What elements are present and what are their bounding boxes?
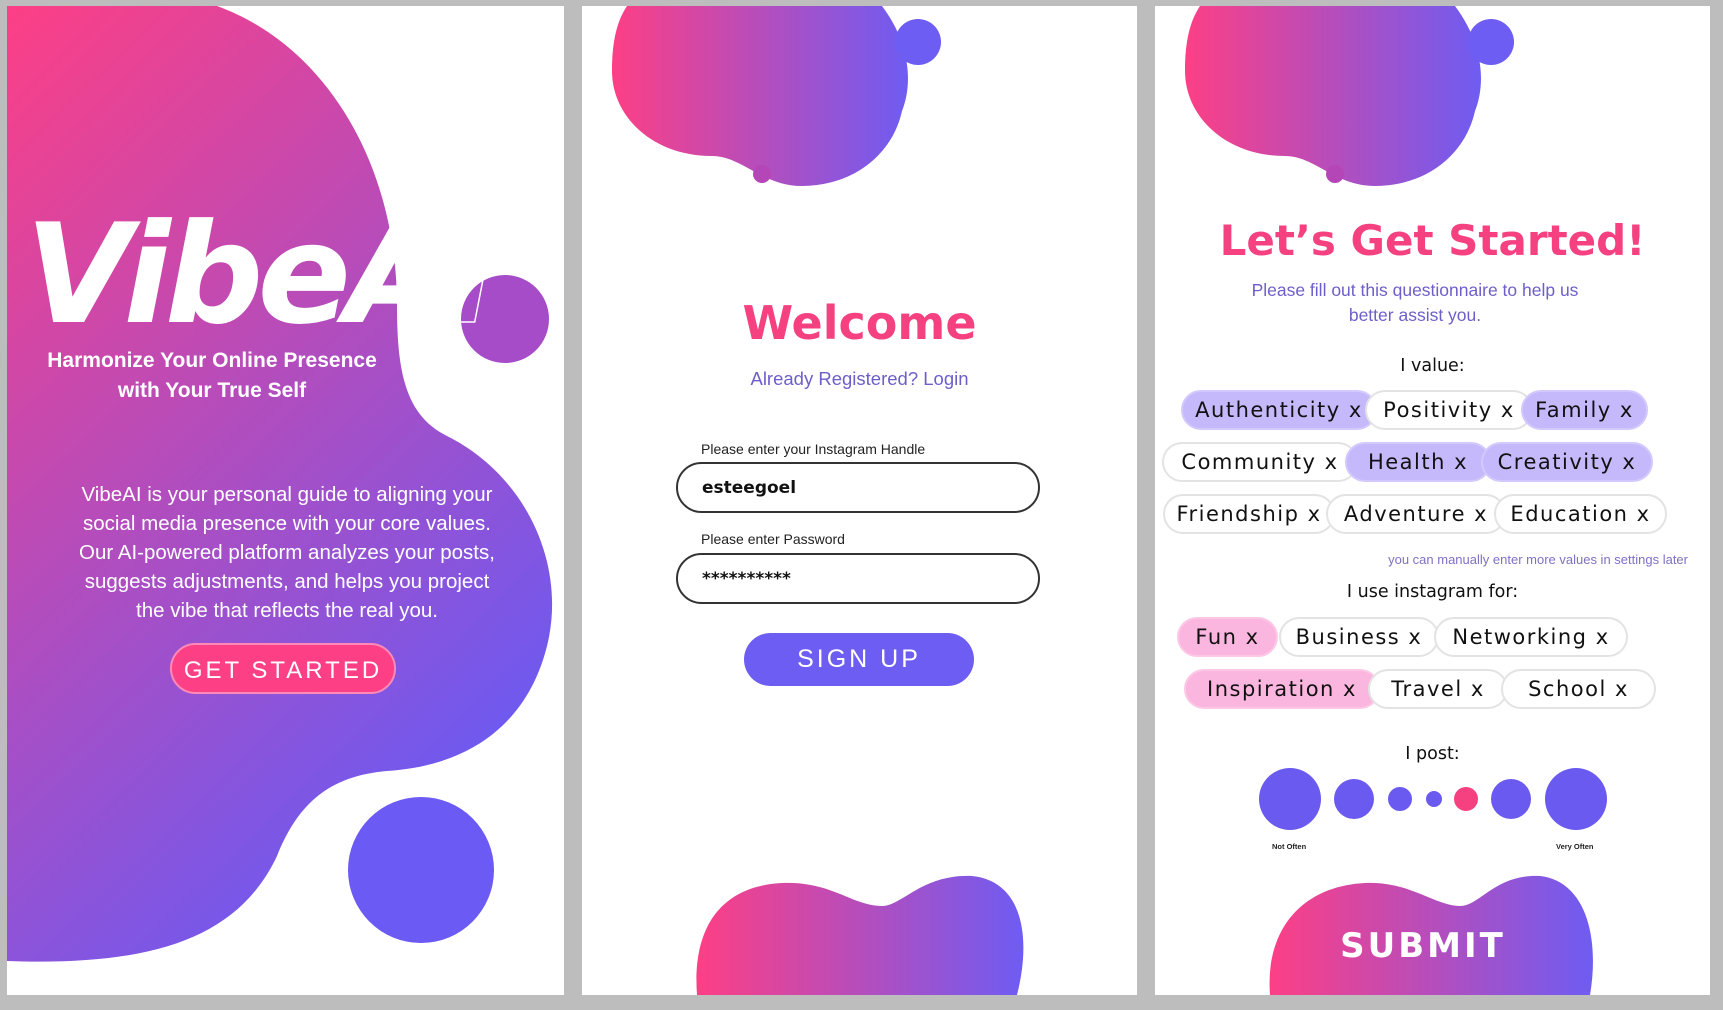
handle-label: Please enter your Instagram Handle xyxy=(701,441,926,457)
chip-option[interactable]: Family x xyxy=(1521,390,1648,430)
chip-option[interactable]: Community x xyxy=(1162,442,1358,482)
vibeai-logo: VibeAI xyxy=(25,205,498,345)
frequency-dot[interactable] xyxy=(1259,768,1321,830)
submit-button[interactable]: SUBMIT xyxy=(1300,926,1546,966)
chip-option[interactable]: Networking x xyxy=(1434,617,1628,657)
instagram-handle-input[interactable] xyxy=(676,462,1040,513)
questionnaire-subtitle: Please fill out this questionnaire to he… xyxy=(1251,280,1579,325)
chip-option[interactable]: Authenticity x xyxy=(1181,390,1377,430)
values-section-label: I value: xyxy=(1400,356,1465,376)
frequency-max-label: Very Often xyxy=(1556,842,1594,851)
chip-option[interactable]: Fun x xyxy=(1177,617,1278,657)
chip-option[interactable]: Friendship x xyxy=(1163,494,1335,534)
chip-option[interactable]: School x xyxy=(1501,669,1656,709)
welcome-title: Welcome xyxy=(742,296,977,350)
decor-circle xyxy=(1326,165,1344,183)
frequency-min-label: Not Often xyxy=(1272,842,1307,851)
decor-circle xyxy=(348,797,494,943)
frequency-dot[interactable] xyxy=(1454,787,1478,811)
logo-solid-text: VibeA xyxy=(25,194,452,355)
password-label: Please enter Password xyxy=(701,531,845,547)
decor-circle xyxy=(753,165,771,183)
frequency-dot[interactable] xyxy=(1388,787,1412,811)
frequency-dot[interactable] xyxy=(1545,768,1607,830)
splash-screen: VibeAI Harmonize Your Online Presence wi… xyxy=(7,6,564,995)
frequency-dot[interactable] xyxy=(1334,779,1374,819)
password-input[interactable] xyxy=(676,553,1040,604)
login-link[interactable]: Already Registered? Login xyxy=(582,368,1137,390)
signup-screen: Welcome Already Registered? Login Please… xyxy=(582,6,1137,995)
chip-option[interactable]: Education x xyxy=(1494,494,1667,534)
chip-option[interactable]: Business x xyxy=(1279,617,1439,657)
tagline: Harmonize Your Online Presence with Your… xyxy=(47,349,377,402)
chip-option[interactable]: Creativity x xyxy=(1481,442,1653,482)
usage-section-label: I use instagram for: xyxy=(1346,582,1519,602)
chip-option[interactable]: Adventure x xyxy=(1326,494,1506,534)
frequency-dot[interactable] xyxy=(1426,791,1442,807)
chip-option[interactable]: Inspiration x xyxy=(1184,669,1380,709)
intro-paragraph: VibeAI is your personal guide to alignin… xyxy=(79,483,495,622)
frequency-dot[interactable] xyxy=(1491,779,1531,819)
sign-up-button[interactable]: SIGN UP xyxy=(744,633,974,686)
chip-option[interactable]: Positivity x xyxy=(1365,390,1533,430)
logo-outline-text: I xyxy=(445,194,498,355)
questionnaire-screen: Let’s Get Started! Please fill out this … xyxy=(1155,6,1710,995)
values-hint: you can manually enter more values in se… xyxy=(1388,552,1688,567)
decor-circle xyxy=(1468,19,1514,65)
frequency-section-label: I post: xyxy=(1405,744,1460,764)
decor-circle xyxy=(895,19,941,65)
questionnaire-title: Let’s Get Started! xyxy=(1219,216,1646,265)
get-started-button[interactable]: GET STARTED xyxy=(170,643,396,694)
chip-option[interactable]: Travel x xyxy=(1368,669,1508,709)
chip-option[interactable]: Health x xyxy=(1345,442,1491,482)
